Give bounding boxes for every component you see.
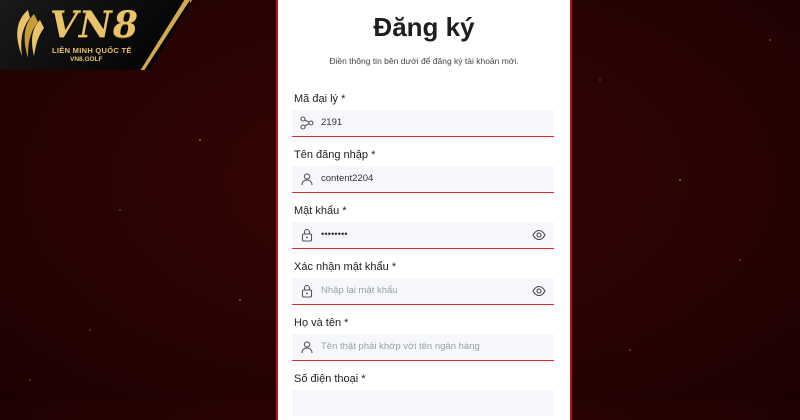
register-card: Đăng ký Điền thông tin bên dưới để đăng … xyxy=(276,0,572,420)
username-field[interactable]: content2204 xyxy=(292,166,554,193)
user-icon xyxy=(301,173,313,186)
full-name-label: Họ và tên * xyxy=(294,317,349,329)
confirm-password-field[interactable]: Nhập lại mật khẩu xyxy=(292,278,554,305)
username-label: Tên đăng nhập * xyxy=(294,149,376,161)
agent-code-field[interactable]: 2191 xyxy=(292,110,554,137)
eye-icon[interactable] xyxy=(532,229,546,241)
full-name-placeholder: Tên thật phải khớp với tên ngân hàng xyxy=(321,341,480,352)
password-field[interactable]: •••••••• xyxy=(292,222,554,249)
logo-url: VN8.GOLF xyxy=(70,56,103,63)
wing-emblem-icon xyxy=(17,10,44,58)
lock-icon xyxy=(301,284,313,298)
logo-text: VN8 xyxy=(50,4,139,46)
agent-code-label: Mã đại lý * xyxy=(294,93,346,105)
eye-icon[interactable] xyxy=(532,285,546,297)
agent-code-value: 2191 xyxy=(321,117,343,128)
full-name-field[interactable]: Tên thật phải khớp với tên ngân hàng xyxy=(292,334,554,361)
password-value: •••••••• xyxy=(321,229,348,240)
logo-subtitle: LIÊN MINH QUỐC TẾ xyxy=(52,46,132,55)
user-icon xyxy=(301,341,313,354)
page-subtitle: Điền thông tin bên dưới để đăng ký tài k… xyxy=(329,56,519,66)
page-title: Đăng ký xyxy=(373,12,475,42)
username-value: content2204 xyxy=(321,173,374,184)
phone-label: Số điện thoại * xyxy=(294,373,366,385)
share-icon xyxy=(300,116,314,130)
phone-field[interactable] xyxy=(292,390,554,416)
confirm-password-placeholder: Nhập lại mật khẩu xyxy=(321,285,398,296)
lock-icon xyxy=(301,228,313,242)
password-label: Mật khẩu * xyxy=(294,205,347,217)
confirm-password-label: Xác nhận mật khẩu * xyxy=(294,261,397,273)
